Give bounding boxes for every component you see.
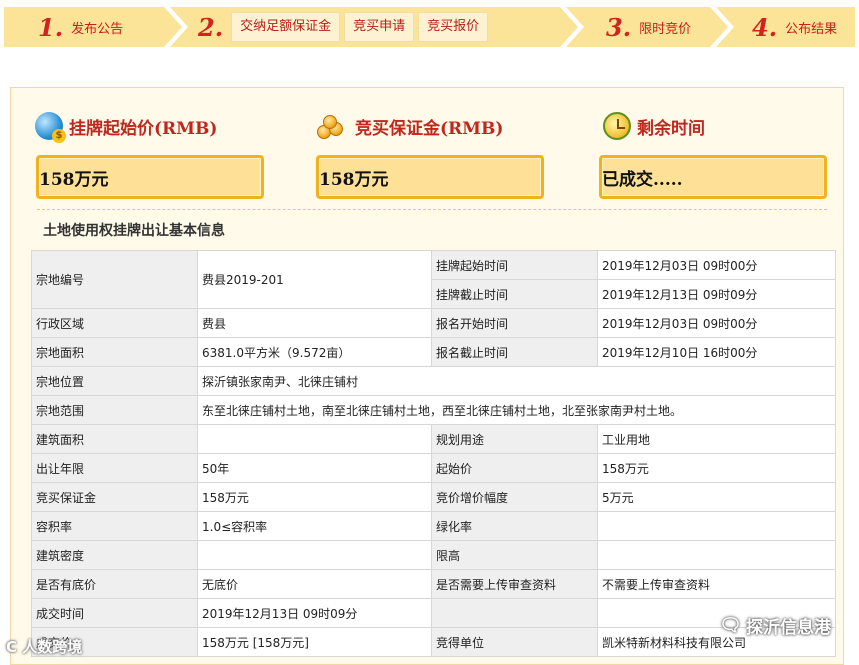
- cell-value: 158万元 [158万元]: [197, 627, 432, 657]
- table-row: 宗地位置 探沂镇张家南尹、北徕庄铺村: [31, 366, 836, 396]
- cell-value: 无底价: [197, 569, 432, 599]
- cell-value: 费县2019-201: [197, 250, 432, 309]
- cell-label: 挂牌起始时间: [431, 250, 598, 280]
- cell-value: 50年: [197, 453, 432, 483]
- cell-label: [431, 598, 598, 628]
- table-row: 竞买保证金 158万元 竞价增价幅度 5万元: [31, 482, 836, 512]
- remaining-value: 已成交.....: [602, 169, 683, 190]
- deposit-label: 竞买保证金(RMB): [355, 118, 504, 139]
- cell-label: 宗地面积: [31, 337, 198, 367]
- cell-value: 2019年12月03日 09时00分: [597, 250, 836, 280]
- table-row: 宗地编号 费县2019-201 挂牌起始时间 2019年12月03日 09时00…: [31, 250, 836, 309]
- auction-panel: 挂牌起始价(RMB) 竞买保证金(RMB) 剩余时间 158万元 158万元 已…: [10, 87, 844, 665]
- cell-value: 工业用地: [597, 424, 836, 454]
- cell-value: [197, 540, 432, 570]
- table-row: 容积率 1.0≤容积率 绿化率: [31, 511, 836, 541]
- cell-value: 5万元: [597, 482, 836, 512]
- substep-bid[interactable]: 竞买报价: [418, 12, 489, 42]
- cell-value: 6381.0平方米（9.572亩）: [197, 337, 432, 367]
- cell-value: 东至北徕庄铺村土地，南至北徕庄铺村土地，西至北徕庄铺村土地，北至张家南尹村土地。: [197, 395, 836, 425]
- cell-value: [597, 540, 836, 570]
- cell-label: 容积率: [31, 511, 198, 541]
- cell-label: 建筑面积: [31, 424, 198, 454]
- cell-value: 不需要上传审查资料: [597, 569, 836, 599]
- step-number: 4.: [752, 12, 778, 42]
- start-price-label: 挂牌起始价(RMB): [69, 118, 218, 139]
- cell-label: 绿化率: [431, 511, 598, 541]
- substep-deposit[interactable]: 交纳足额保证金: [231, 12, 341, 42]
- substep-apply[interactable]: 竞买申请: [344, 12, 415, 42]
- cell-value: 2019年12月10日 16时00分: [597, 337, 836, 367]
- watermark-right-text: 探沂信息港: [746, 618, 831, 638]
- cell-label: 竞买保证金: [31, 482, 198, 512]
- table-row: 成交价 158万元 [158万元] 竞得单位 凯米特新材料科技有限公司: [31, 627, 836, 657]
- start-price-heading: 挂牌起始价(RMB): [35, 112, 218, 143]
- step-number: 2.: [198, 12, 224, 42]
- start-price-value: 158万元: [39, 169, 109, 190]
- step-number: 1.: [38, 12, 64, 42]
- cell-label: 宗地编号: [31, 250, 198, 309]
- deposit-value: 158万元: [319, 169, 389, 190]
- cell-label: 限高: [431, 540, 598, 570]
- cell-label: 是否需要上传审查资料: [431, 569, 598, 599]
- cell-label: 规划用途: [431, 424, 598, 454]
- table-row: 出让年限 50年 起始价 158万元: [31, 453, 836, 483]
- cell-label: 建筑密度: [31, 540, 198, 570]
- cell-value: [597, 511, 836, 541]
- cell-value: 158万元: [197, 482, 432, 512]
- cell-value: 158万元: [597, 453, 836, 483]
- cell-label: 竞价增价幅度: [431, 482, 598, 512]
- cell-label: 行政区域: [31, 308, 198, 338]
- cell-value: 2019年12月13日 09时09分: [597, 279, 836, 309]
- step-1: 1. 发布公告: [4, 7, 182, 47]
- cell-value: 费县: [197, 308, 432, 338]
- cell-label: 竞得单位: [431, 627, 598, 657]
- cell-value: [197, 424, 432, 454]
- step-label: 限时竞价: [639, 21, 692, 37]
- cell-label: 报名开始时间: [431, 308, 598, 338]
- table-row: 是否有底价 无底价 是否需要上传审查资料 不需要上传审查资料: [31, 569, 836, 599]
- step-label: 发布公告: [71, 21, 124, 37]
- remaining-value-box: 已成交.....: [599, 155, 827, 199]
- cell-value: 2019年12月13日 09时09分: [197, 598, 432, 628]
- step-number: 3.: [606, 12, 632, 42]
- cell-label: 宗地范围: [31, 395, 198, 425]
- deposit-value-box: 158万元: [316, 155, 544, 199]
- start-price-value-box: 158万元: [36, 155, 264, 199]
- globe-money-icon: [35, 112, 66, 143]
- divider: [37, 209, 827, 210]
- coins-icon: [315, 112, 349, 140]
- table-row: 建筑面积 规划用途 工业用地: [31, 424, 836, 454]
- land-info-table: 宗地编号 费县2019-201 挂牌起始时间 2019年12月03日 09时00…: [31, 250, 836, 657]
- cell-label: 起始价: [431, 453, 598, 483]
- deposit-heading: 竞买保证金(RMB): [315, 112, 503, 140]
- cell-label: 宗地位置: [31, 366, 198, 396]
- table-row: 宗地面积 6381.0平方米（9.572亩） 报名截止时间 2019年12月10…: [31, 337, 836, 367]
- cell-label: 是否有底价: [31, 569, 198, 599]
- wechat-icon: 🗨: [719, 615, 742, 636]
- cell-label: 挂牌截止时间: [431, 279, 598, 309]
- table-row: 行政区域 费县 报名开始时间 2019年12月03日 09时00分: [31, 308, 836, 338]
- table-row: 建筑密度 限高: [31, 540, 836, 570]
- cell-label: 成交时间: [31, 598, 198, 628]
- cell-value: 2019年12月03日 09时00分: [597, 308, 836, 338]
- cell-label: 出让年限: [31, 453, 198, 483]
- cell-value: 1.0≤容积率: [197, 511, 432, 541]
- table-row: 成交时间 2019年12月13日 09时09分: [31, 598, 836, 628]
- step-3: 3. 限时竞价: [566, 7, 728, 47]
- cell-value: 探沂镇张家南尹、北徕庄铺村: [197, 366, 836, 396]
- remaining-label: 剩余时间: [637, 118, 705, 139]
- step-4: 4. 公布结果: [716, 7, 855, 47]
- cell-label: 报名截止时间: [431, 337, 598, 367]
- remaining-heading: 剩余时间: [603, 112, 705, 140]
- alarm-clock-icon: [603, 112, 631, 140]
- watermark-left: C 人数跨境: [6, 638, 83, 656]
- watermark-right: 🗨 探沂信息港: [719, 613, 831, 638]
- step-bar: 1. 发布公告 2. 交纳足额保证金 竞买申请 竞买报价 3. 限时竞价 4. …: [4, 7, 855, 47]
- section-title: 土地使用权挂牌出让基本信息: [43, 223, 225, 239]
- table-row: 宗地范围 东至北徕庄铺村土地，南至北徕庄铺村土地，西至北徕庄铺村土地，北至张家南…: [31, 395, 836, 425]
- step-2: 2. 交纳足额保证金 竞买申请 竞买报价: [170, 7, 578, 47]
- step-label: 公布结果: [785, 21, 838, 37]
